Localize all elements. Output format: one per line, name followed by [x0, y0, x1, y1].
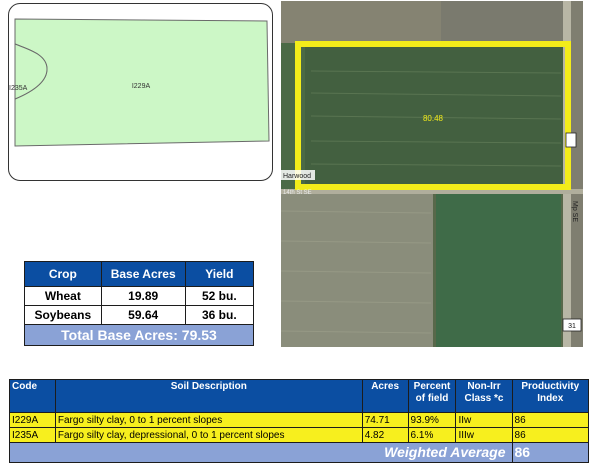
soil-description: Fargo silty clay, depressional, 0 to 1 p… — [54, 427, 363, 443]
crop-yield: 52 bu. — [184, 286, 255, 306]
crop-row-soybeans: Soybeans 59.64 36 bu. — [24, 305, 255, 325]
soil-productivity: 86 — [511, 427, 590, 443]
road-label-14th: 14th St SE — [283, 190, 312, 196]
soil-class: IIw — [455, 412, 513, 428]
soil-description: Fargo silty clay, 0 to 1 percent slopes — [54, 412, 363, 428]
highway-marker-31: 31 — [568, 323, 576, 330]
total-base-acres-value: 79.53 — [181, 327, 217, 343]
soil-table: Code Soil Description Acres Percent of f… — [9, 379, 590, 463]
crop-name: Soybeans — [24, 305, 102, 325]
soil-acres: 4.82 — [361, 427, 409, 443]
soil-code: I229A — [9, 412, 56, 428]
soil-header-code: Code — [9, 379, 56, 413]
aerial-photo: 80.48 Harwood 14th St SE Mp SE 31 — [281, 1, 583, 347]
soil-label-main: I229A — [132, 83, 151, 90]
soil-label-small: I235A — [9, 85, 28, 92]
soil-header-acres: Acres — [361, 379, 409, 413]
crop-header-crop: Crop — [24, 261, 102, 287]
soil-map-panel: I229A I235A — [8, 3, 273, 181]
soil-row-i235a: I235A Fargo silty clay, depressional, 0 … — [9, 427, 590, 443]
soil-row-i229a: I229A Fargo silty clay, 0 to 1 percent s… — [9, 412, 590, 428]
crop-base-acres: 59.64 — [100, 305, 186, 325]
weighted-average-row: Weighted Average 86 — [9, 442, 590, 463]
soil-acres: 74.71 — [361, 412, 409, 428]
soil-table-header: Code Soil Description Acres Percent of f… — [9, 379, 590, 413]
road-label-mp: Mp SE — [571, 201, 578, 222]
soil-code: I235A — [9, 427, 56, 443]
crop-header-base-acres: Base Acres — [100, 261, 186, 287]
soil-map-drawing: I229A I235A — [9, 18, 270, 147]
field-acres-label: 80.48 — [423, 114, 444, 123]
soil-header-class: Non-Irr Class *c — [455, 379, 513, 413]
crop-table: Crop Base Acres Yield Wheat 19.89 52 bu.… — [24, 261, 255, 346]
weighted-average-value: 86 — [511, 442, 590, 463]
soil-class: IIIw — [455, 427, 513, 443]
soil-percent: 6.1% — [407, 427, 457, 443]
soil-header-description: Soil Description — [54, 379, 363, 413]
total-base-acres: Total Base Acres: 79.53 — [24, 324, 254, 346]
road-label-harwood: Harwood — [283, 173, 311, 180]
crop-table-header: Crop Base Acres Yield — [24, 261, 255, 287]
soil-productivity: 86 — [511, 412, 590, 428]
crop-name: Wheat — [24, 286, 102, 306]
crop-yield: 36 bu. — [184, 305, 255, 325]
crop-base-acres: 19.89 — [100, 286, 186, 306]
total-base-acres-label: Total Base Acres: — [61, 327, 178, 343]
soil-percent: 93.9% — [407, 412, 457, 428]
soil-header-productivity: Productivity Index — [511, 379, 590, 413]
soil-header-percent: Percent of field — [407, 379, 457, 413]
crop-total-row: Total Base Acres: 79.53 — [24, 324, 254, 346]
crop-header-yield: Yield — [184, 261, 255, 287]
weighted-average-label: Weighted Average — [9, 442, 513, 463]
crop-row-wheat: Wheat 19.89 52 bu. — [24, 286, 255, 306]
